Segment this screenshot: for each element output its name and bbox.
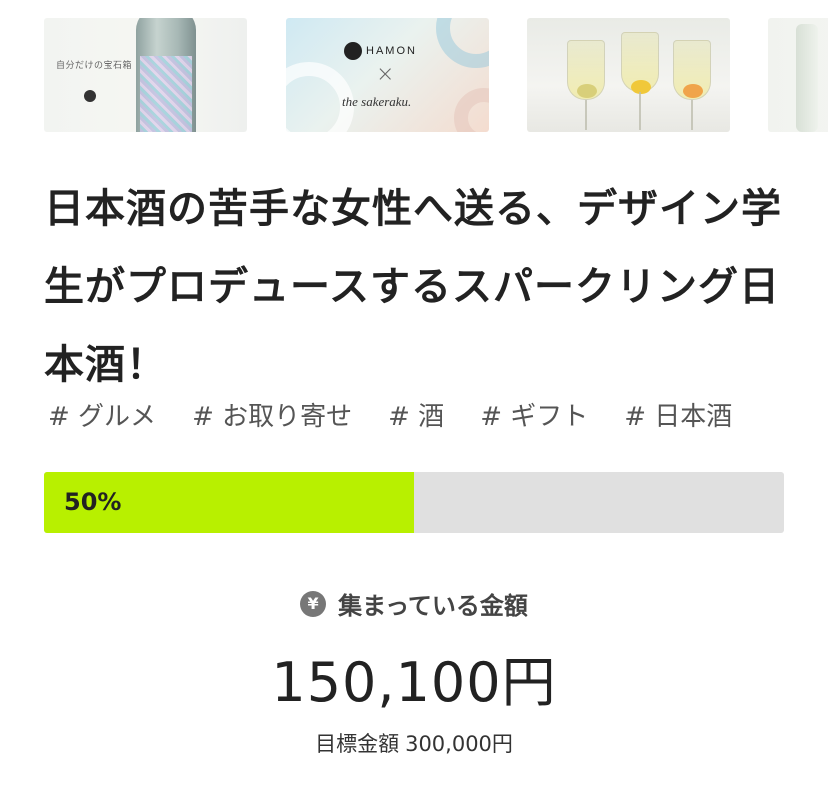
glass-stem: [639, 92, 641, 130]
yen-circle-icon: ¥: [300, 590, 327, 617]
gallery-thumbnail-collab[interactable]: HAMON × the sakeraku.: [286, 18, 489, 132]
gallery-thumbnail-glasses[interactable]: [527, 18, 730, 132]
tag-list: # グルメ # お取り寄せ # 酒 # ギフト # 日本酒: [48, 396, 768, 433]
collab-cross: ×: [376, 62, 395, 87]
hamon-logo-icon: [344, 42, 362, 60]
tag-gift[interactable]: # ギフト: [480, 396, 588, 433]
glass-stem: [585, 100, 587, 130]
decor-ring: [454, 88, 489, 132]
tag-nihonshu[interactable]: # 日本酒: [624, 396, 732, 433]
thumbnail-caption: 自分だけの宝石箱: [56, 61, 133, 71]
gallery-thumbnail-bottle[interactable]: 自分だけの宝石箱: [44, 18, 247, 132]
funding-progress-bar: 50%: [44, 472, 784, 533]
fruit-image: [683, 84, 703, 98]
collected-amount-value: 150,100円: [271, 651, 557, 714]
tag-gourmet[interactable]: # グルメ: [48, 396, 156, 433]
collected-amount-label: 集まっている金額: [338, 592, 528, 620]
goal-amount-row: 目標金額 300,000円: [0, 728, 828, 758]
decor-ring: [436, 18, 489, 68]
project-title: 日本酒の苦手な女性へ送る、デザイン学生がプロデュースするスパークリング日本酒！: [44, 186, 782, 388]
image-gallery[interactable]: 自分だけの宝石箱 HAMON × the sakeraku.: [44, 18, 828, 134]
logo-dot: [84, 90, 96, 102]
brand-name: HAMON: [366, 45, 417, 57]
fruit-image: [631, 80, 651, 94]
fruit-image: [577, 84, 597, 98]
goal-amount-label: 目標金額: [315, 732, 400, 756]
tag-otoriyose[interactable]: # お取り寄せ: [192, 396, 352, 433]
gallery-thumbnail-partial[interactable]: [768, 18, 828, 132]
bottle-image: [796, 24, 818, 132]
glass-stem: [691, 100, 693, 130]
goal-amount-value: 300,000円: [405, 732, 513, 756]
bottle-glitter-label: [140, 56, 192, 132]
collected-amount-header: ¥ 集まっている金額: [0, 586, 828, 621]
partner-name: the sakeraku.: [342, 94, 412, 109]
tag-sake[interactable]: # 酒: [388, 396, 444, 433]
progress-percent-label: 50%: [64, 488, 122, 516]
